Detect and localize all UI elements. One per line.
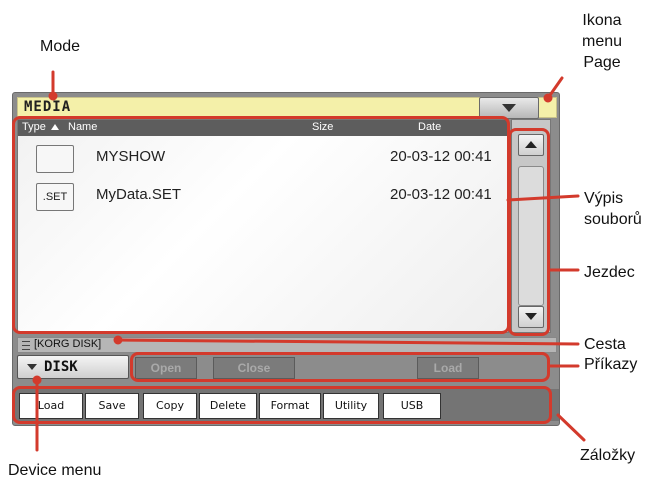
leader-file-list xyxy=(506,194,580,202)
annotation-leaders xyxy=(32,70,586,452)
leader-path xyxy=(116,338,580,346)
leader-menu-icon-dot xyxy=(543,93,553,103)
leader-path-dot xyxy=(113,335,123,345)
leader-mode-dot xyxy=(48,91,58,101)
leader-device-menu-dot xyxy=(32,375,42,385)
leader-tabs xyxy=(556,413,586,442)
